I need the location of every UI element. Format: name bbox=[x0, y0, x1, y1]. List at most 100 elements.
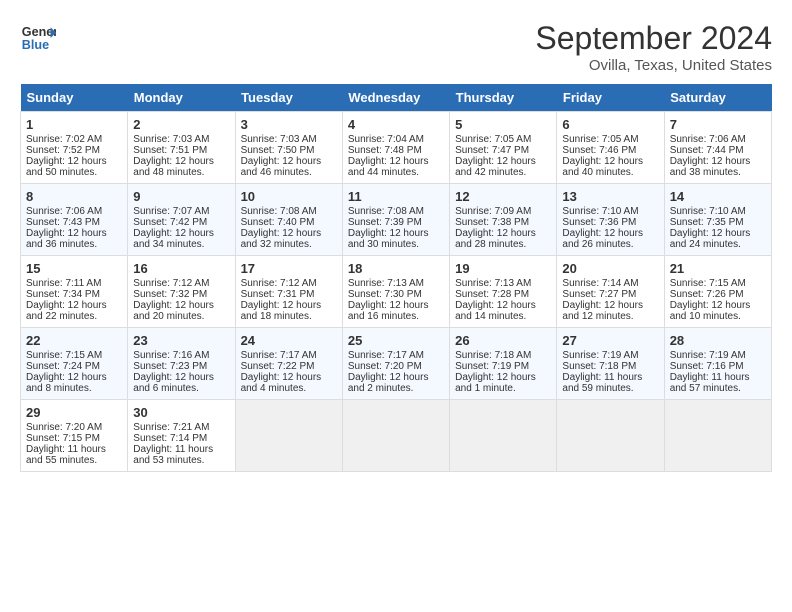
day-info: Sunset: 7:39 PM bbox=[348, 217, 444, 228]
day-info: Sunset: 7:52 PM bbox=[26, 145, 122, 156]
logo-icon: General Blue bbox=[20, 20, 56, 56]
calendar-cell: 6Sunrise: 7:05 AMSunset: 7:46 PMDaylight… bbox=[557, 112, 664, 184]
day-number: 20 bbox=[562, 261, 658, 276]
day-info: Sunrise: 7:15 AM bbox=[26, 350, 122, 361]
day-info: Sunrise: 7:07 AM bbox=[133, 206, 229, 217]
svg-text:Blue: Blue bbox=[22, 38, 49, 52]
day-number: 29 bbox=[26, 405, 122, 420]
day-info: Daylight: 12 hours bbox=[348, 372, 444, 383]
day-info: Sunset: 7:42 PM bbox=[133, 217, 229, 228]
day-info: Daylight: 12 hours bbox=[455, 372, 551, 383]
day-info: and 55 minutes. bbox=[26, 455, 122, 466]
day-info: Sunset: 7:26 PM bbox=[670, 289, 766, 300]
day-info: Sunrise: 7:08 AM bbox=[348, 206, 444, 217]
logo: General Blue bbox=[20, 20, 56, 56]
day-info: and 12 minutes. bbox=[562, 311, 658, 322]
calendar-cell: 14Sunrise: 7:10 AMSunset: 7:35 PMDayligh… bbox=[664, 184, 771, 256]
day-info: Sunrise: 7:06 AM bbox=[670, 134, 766, 145]
calendar-cell: 24Sunrise: 7:17 AMSunset: 7:22 PMDayligh… bbox=[235, 328, 342, 400]
day-info: Daylight: 12 hours bbox=[455, 300, 551, 311]
day-number: 8 bbox=[26, 189, 122, 204]
col-friday: Friday bbox=[557, 84, 664, 112]
day-info: Sunset: 7:27 PM bbox=[562, 289, 658, 300]
calendar-cell: 13Sunrise: 7:10 AMSunset: 7:36 PMDayligh… bbox=[557, 184, 664, 256]
day-info: and 46 minutes. bbox=[241, 167, 337, 178]
day-number: 13 bbox=[562, 189, 658, 204]
day-info: Daylight: 11 hours bbox=[562, 372, 658, 383]
calendar-cell: 5Sunrise: 7:05 AMSunset: 7:47 PMDaylight… bbox=[450, 112, 557, 184]
calendar-cell: 1Sunrise: 7:02 AMSunset: 7:52 PMDaylight… bbox=[21, 112, 128, 184]
calendar-cell: 8Sunrise: 7:06 AMSunset: 7:43 PMDaylight… bbox=[21, 184, 128, 256]
day-info: Sunset: 7:30 PM bbox=[348, 289, 444, 300]
day-info: Sunset: 7:19 PM bbox=[455, 361, 551, 372]
day-info: and 38 minutes. bbox=[670, 167, 766, 178]
day-info: Sunrise: 7:09 AM bbox=[455, 206, 551, 217]
calendar-cell: 15Sunrise: 7:11 AMSunset: 7:34 PMDayligh… bbox=[21, 256, 128, 328]
day-info: and 59 minutes. bbox=[562, 383, 658, 394]
day-info: and 28 minutes. bbox=[455, 239, 551, 250]
day-number: 28 bbox=[670, 333, 766, 348]
day-info: Sunrise: 7:06 AM bbox=[26, 206, 122, 217]
day-number: 30 bbox=[133, 405, 229, 420]
day-info: Daylight: 12 hours bbox=[241, 228, 337, 239]
day-info: and 48 minutes. bbox=[133, 167, 229, 178]
day-number: 17 bbox=[241, 261, 337, 276]
day-info: Sunrise: 7:11 AM bbox=[26, 278, 122, 289]
calendar-table: Sunday Monday Tuesday Wednesday Thursday… bbox=[20, 84, 772, 472]
day-info: Sunset: 7:20 PM bbox=[348, 361, 444, 372]
day-info: Daylight: 12 hours bbox=[241, 300, 337, 311]
day-info: and 1 minute. bbox=[455, 383, 551, 394]
day-info: Sunrise: 7:13 AM bbox=[455, 278, 551, 289]
day-info: Sunrise: 7:05 AM bbox=[562, 134, 658, 145]
calendar-cell: 7Sunrise: 7:06 AMSunset: 7:44 PMDaylight… bbox=[664, 112, 771, 184]
day-info: Daylight: 11 hours bbox=[670, 372, 766, 383]
calendar-cell: 18Sunrise: 7:13 AMSunset: 7:30 PMDayligh… bbox=[342, 256, 449, 328]
title-area: September 2024 Ovilla, Texas, United Sta… bbox=[535, 20, 772, 74]
day-info: and 10 minutes. bbox=[670, 311, 766, 322]
day-info: Sunrise: 7:14 AM bbox=[562, 278, 658, 289]
day-number: 5 bbox=[455, 117, 551, 132]
day-info: Sunrise: 7:17 AM bbox=[241, 350, 337, 361]
col-sunday: Sunday bbox=[21, 84, 128, 112]
calendar-cell: 19Sunrise: 7:13 AMSunset: 7:28 PMDayligh… bbox=[450, 256, 557, 328]
day-info: Sunset: 7:24 PM bbox=[26, 361, 122, 372]
col-saturday: Saturday bbox=[664, 84, 771, 112]
day-info: Sunrise: 7:03 AM bbox=[133, 134, 229, 145]
day-info: Sunset: 7:28 PM bbox=[455, 289, 551, 300]
day-info: Sunrise: 7:05 AM bbox=[455, 134, 551, 145]
calendar-week-row: 29Sunrise: 7:20 AMSunset: 7:15 PMDayligh… bbox=[21, 400, 772, 472]
calendar-cell: 21Sunrise: 7:15 AMSunset: 7:26 PMDayligh… bbox=[664, 256, 771, 328]
day-number: 21 bbox=[670, 261, 766, 276]
calendar-cell: 16Sunrise: 7:12 AMSunset: 7:32 PMDayligh… bbox=[128, 256, 235, 328]
day-info: Daylight: 12 hours bbox=[26, 156, 122, 167]
day-info: Sunset: 7:23 PM bbox=[133, 361, 229, 372]
day-number: 9 bbox=[133, 189, 229, 204]
day-info: Sunset: 7:31 PM bbox=[241, 289, 337, 300]
day-info: Daylight: 12 hours bbox=[562, 228, 658, 239]
day-info: and 50 minutes. bbox=[26, 167, 122, 178]
day-info: Sunset: 7:16 PM bbox=[670, 361, 766, 372]
day-number: 16 bbox=[133, 261, 229, 276]
calendar-cell bbox=[450, 400, 557, 472]
day-number: 4 bbox=[348, 117, 444, 132]
day-info: and 57 minutes. bbox=[670, 383, 766, 394]
col-tuesday: Tuesday bbox=[235, 84, 342, 112]
calendar-cell: 26Sunrise: 7:18 AMSunset: 7:19 PMDayligh… bbox=[450, 328, 557, 400]
day-info: Daylight: 12 hours bbox=[241, 372, 337, 383]
day-number: 6 bbox=[562, 117, 658, 132]
day-info: Sunrise: 7:02 AM bbox=[26, 134, 122, 145]
day-number: 27 bbox=[562, 333, 658, 348]
calendar-cell: 4Sunrise: 7:04 AMSunset: 7:48 PMDaylight… bbox=[342, 112, 449, 184]
day-info: Sunrise: 7:20 AM bbox=[26, 422, 122, 433]
month-title: September 2024 bbox=[535, 20, 772, 57]
day-number: 3 bbox=[241, 117, 337, 132]
day-info: Sunrise: 7:17 AM bbox=[348, 350, 444, 361]
calendar-cell: 27Sunrise: 7:19 AMSunset: 7:18 PMDayligh… bbox=[557, 328, 664, 400]
calendar-cell bbox=[664, 400, 771, 472]
day-info: Sunrise: 7:13 AM bbox=[348, 278, 444, 289]
day-info: and 20 minutes. bbox=[133, 311, 229, 322]
day-info: Daylight: 12 hours bbox=[348, 300, 444, 311]
day-info: and 53 minutes. bbox=[133, 455, 229, 466]
day-info: Daylight: 12 hours bbox=[562, 156, 658, 167]
calendar-cell: 9Sunrise: 7:07 AMSunset: 7:42 PMDaylight… bbox=[128, 184, 235, 256]
